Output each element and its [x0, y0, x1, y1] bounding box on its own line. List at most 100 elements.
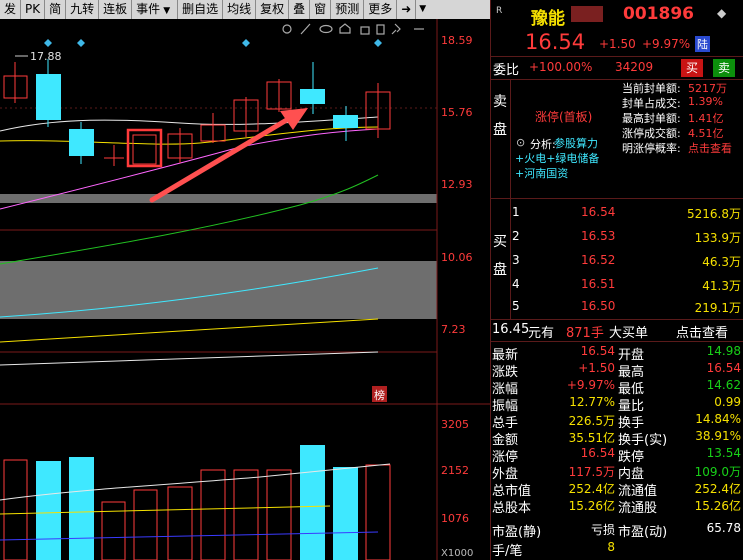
quote-value: 16.54 — [706, 361, 741, 375]
stat-label: 最高封单额: — [622, 112, 681, 125]
toolbar-fa[interactable]: 发 — [0, 0, 22, 19]
high-marker-label: 17.88 — [30, 50, 62, 63]
volume-axis-label: 3205 — [441, 418, 469, 431]
market-tag: 陆 — [695, 36, 710, 52]
rank-badge-label: 榜 — [374, 388, 385, 402]
toolbar-shijian[interactable]: 事件 ▼ — [132, 0, 179, 19]
quote-value: 8 — [607, 540, 615, 554]
price-axis-label: 18.59 — [441, 34, 473, 47]
dropdown-icon[interactable]: ◆ — [717, 6, 726, 20]
pen-icon[interactable] — [300, 23, 311, 35]
settings-icon[interactable] — [282, 24, 292, 34]
stock-code: 001896 — [623, 4, 694, 24]
quote-label: 总股本 — [492, 501, 532, 516]
toolbar-lianban[interactable]: 连板 — [99, 0, 133, 19]
candle-down — [69, 129, 94, 156]
quote-label: 市盈(动) — [618, 525, 668, 540]
buy-side-label: 买盘 — [493, 234, 507, 278]
volume-bar-up — [365, 464, 391, 560]
stat-label: 涨停成交额: — [622, 127, 681, 140]
trash-icon[interactable] — [376, 24, 385, 35]
stock-name: 豫能 — [531, 9, 565, 29]
toolbar-yuce[interactable]: 预测 — [331, 0, 365, 19]
price-axis-label: 10.06 — [441, 251, 473, 264]
triangle-down-icon[interactable]: ▼ — [160, 6, 173, 16]
kline-chart[interactable]: 17.88 榜 — [0, 19, 490, 560]
event-diamond[interactable] — [44, 39, 52, 47]
quote-label: 市盈(静) — [492, 525, 542, 540]
analysis-text[interactable]: 参股算力+火电+绿电储备+河南国资 — [515, 136, 617, 181]
toolbar-jian[interactable]: 简 — [45, 0, 67, 19]
toolbar-gengduo[interactable]: 更多 — [364, 0, 398, 19]
quote-value: 109.0万 — [694, 465, 741, 479]
event-diamond[interactable] — [77, 39, 85, 47]
stat-value: 5217万 — [688, 82, 727, 95]
bid-index: 1 — [512, 205, 520, 219]
event-diamond[interactable] — [374, 39, 382, 47]
candles — [3, 59, 391, 168]
bid-price: 16.50 — [581, 299, 616, 313]
quote-value: 亏损 — [590, 523, 615, 537]
arrow-right-icon[interactable]: ➜ — [397, 0, 417, 19]
toolbar-fuquan[interactable]: 复权 — [256, 0, 290, 19]
stat-value: 1.41亿 — [688, 112, 724, 125]
chart-toolbar: 发 PK 简 九转 连板 事件 ▼ 删自选 均线 复权 叠 窗 预测 更多 ➜ ▼ — [0, 0, 490, 19]
big-order-price: 16.45 — [492, 322, 530, 337]
toolbar-die[interactable]: 叠 — [289, 0, 311, 19]
sell-side-label: 卖盘 — [493, 94, 507, 138]
quote-value: 252.4亿 — [694, 482, 741, 496]
big-order-view-link[interactable]: 点击查看 — [676, 322, 728, 341]
eye-icon[interactable] — [319, 24, 333, 34]
quote-value: 15.26亿 — [568, 499, 615, 513]
view-probability-link[interactable]: 点击查看 — [688, 140, 732, 156]
bid-price: 16.54 — [581, 205, 616, 219]
divider — [491, 198, 743, 199]
bid-price: 16.53 — [581, 229, 616, 243]
triangle-down-icon[interactable]: ▼ — [416, 0, 429, 19]
bid-price: 16.52 — [581, 253, 616, 267]
quote-value: 0.99 — [714, 395, 741, 409]
quote-value: +9.97% — [566, 378, 615, 392]
toolbar-pk[interactable]: PK — [21, 0, 46, 19]
pin-icon[interactable] — [391, 23, 401, 35]
stat-label: 当前封单额: — [622, 82, 681, 95]
toolbar-jiuzhuan[interactable]: 九转 — [66, 0, 100, 19]
quote-value: 252.4亿 — [568, 482, 615, 496]
volume-bar-down — [300, 445, 325, 560]
quote-value: 14.84% — [695, 412, 741, 426]
volume-bar-up — [3, 459, 28, 560]
quote-value: 65.78 — [706, 521, 741, 535]
volume-bar-up — [167, 486, 193, 560]
lock-icon[interactable] — [360, 26, 370, 35]
bid-price: 16.51 — [581, 277, 616, 291]
big-order-volume: 871手 — [566, 326, 604, 341]
stat-label: 明涨停概率: — [622, 142, 681, 155]
quote-value: 16.54 — [580, 344, 615, 358]
r-badge: R — [496, 6, 503, 16]
price-change: +1.50 — [599, 37, 636, 51]
bid-index: 2 — [512, 229, 520, 243]
event-markers — [44, 39, 382, 47]
sell-button[interactable]: 卖 — [713, 59, 735, 77]
divider — [510, 80, 511, 198]
volume-bar-up — [266, 469, 292, 560]
toolbar-junxian[interactable]: 均线 — [223, 0, 257, 19]
bid-volume: 46.3万 — [702, 255, 741, 269]
toolbar-chuang[interactable]: 窗 — [310, 0, 332, 19]
limit-up-status: 涨停(首板) — [535, 110, 593, 124]
divider — [491, 341, 743, 342]
event-diamond[interactable] — [242, 39, 250, 47]
ma-line-green — [0, 174, 379, 265]
bid-volume: 133.9万 — [694, 231, 741, 245]
bid-volume: 41.3万 — [702, 279, 741, 293]
house-icon[interactable] — [339, 23, 351, 34]
quote-panel: R 豫能 001896 ◆ 16.54 +1.50 +9.97% 陆 委比 +1… — [491, 0, 743, 560]
quote-value: 16.54 — [580, 446, 615, 460]
stat-label: 封单占成交: — [622, 97, 681, 110]
volume-unit: X1000 — [441, 548, 474, 559]
quote-value: 117.5万 — [568, 465, 615, 479]
toolbar-shanzixuan[interactable]: 删自选 — [178, 0, 224, 19]
buy-button[interactable]: 买 — [681, 59, 703, 77]
current-price: 16.54 — [525, 30, 586, 54]
candle-up — [132, 134, 157, 165]
